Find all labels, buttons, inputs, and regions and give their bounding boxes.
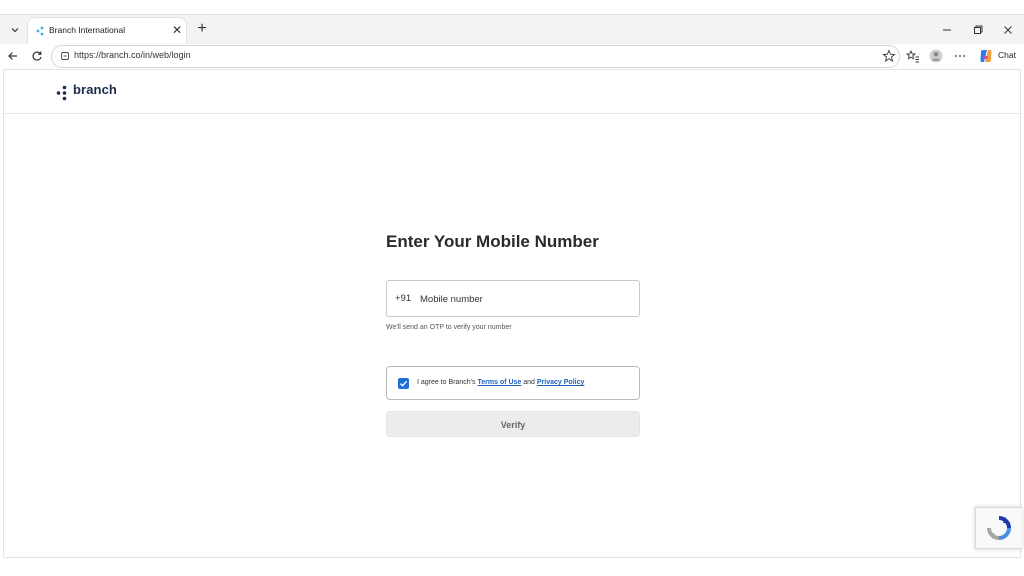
recaptcha-icon	[987, 516, 1011, 540]
branch-logo-icon	[56, 85, 67, 101]
tab-title: Branch International	[49, 25, 126, 35]
mobile-number-field[interactable]: +91	[386, 280, 640, 317]
verify-button[interactable]: Verify	[386, 411, 640, 437]
address-bar-row: https://branch.co/in/web/login Chat	[0, 44, 1024, 68]
tab-list-button[interactable]	[6, 21, 24, 39]
consent-and: and	[521, 379, 537, 386]
new-tab-button[interactable]: +	[193, 20, 211, 38]
more-options-button[interactable]	[952, 48, 968, 64]
avatar-icon	[929, 49, 943, 63]
tab-strip: Branch International ✕ +	[0, 14, 1024, 45]
branch-favicon-icon	[36, 26, 44, 36]
restore-icon	[974, 25, 983, 34]
terms-of-use-link[interactable]: Terms of Use	[477, 379, 521, 386]
checkmark-icon	[400, 380, 408, 387]
country-code: +91	[395, 293, 412, 304]
back-arrow-icon	[8, 52, 17, 60]
copilot-chat-button[interactable]: Chat	[976, 47, 1020, 65]
url-field[interactable]: https://branch.co/in/web/login	[51, 45, 900, 68]
logo-wordmark: branch	[73, 82, 117, 97]
back-button[interactable]	[4, 47, 22, 65]
favorite-star-icon[interactable]	[881, 48, 897, 64]
consent-prefix: I agree to Branch's	[417, 379, 478, 386]
refresh-button[interactable]	[28, 47, 46, 65]
consent-text: I agree to Branch's Terms of Use and Pri…	[417, 379, 584, 386]
close-tab-icon[interactable]: ✕	[170, 23, 184, 37]
chat-label: Chat	[998, 50, 1016, 60]
profile-button[interactable]	[928, 48, 944, 64]
favorites-button[interactable]	[905, 48, 921, 64]
site-header: branch	[4, 70, 1020, 114]
site-info-icon[interactable]	[60, 51, 70, 61]
copilot-icon	[980, 50, 992, 62]
refresh-icon	[32, 51, 42, 61]
more-dots-icon	[955, 55, 965, 57]
mobile-number-input[interactable]	[420, 290, 630, 308]
favorites-list-icon	[906, 49, 919, 63]
minimize-button[interactable]	[936, 21, 958, 39]
consent-box: I agree to Branch's Terms of Use and Pri…	[386, 366, 640, 400]
otp-helper-text: We'll send an OTP to verify your number	[386, 324, 512, 331]
url-text: https://branch.co/in/web/login	[74, 50, 191, 60]
browser-tab[interactable]: Branch International ✕	[28, 18, 186, 45]
page-viewport: branch Enter Your Mobile Number +91 We'l…	[3, 69, 1022, 558]
close-icon	[1004, 26, 1012, 34]
minimize-icon	[943, 29, 951, 31]
close-window-button[interactable]	[997, 21, 1019, 39]
chevron-down-icon	[11, 28, 19, 33]
consent-checkbox[interactable]	[398, 378, 409, 389]
restore-button[interactable]	[967, 21, 989, 39]
recaptcha-badge[interactable]	[975, 507, 1022, 549]
privacy-policy-link[interactable]: Privacy Policy	[537, 379, 584, 386]
page-title: Enter Your Mobile Number	[386, 232, 599, 251]
